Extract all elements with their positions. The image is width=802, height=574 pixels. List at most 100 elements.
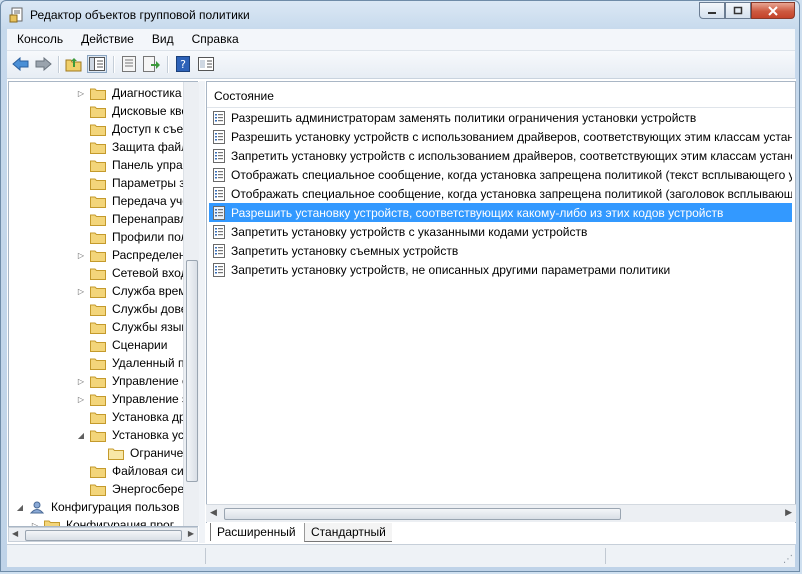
tree-item[interactable]: Дисковые кво bbox=[75, 102, 188, 120]
scroll-right-arrow-icon[interactable]: ▶ bbox=[785, 507, 792, 518]
expand-arrow-icon[interactable]: ▷ bbox=[75, 287, 87, 296]
pane-splitter[interactable] bbox=[199, 81, 205, 543]
tree-item[interactable]: ▷ Служба врем bbox=[75, 282, 187, 300]
tree-vertical-scrollbar[interactable] bbox=[183, 82, 199, 526]
folder-icon bbox=[90, 304, 106, 316]
up-folder-icon bbox=[65, 58, 82, 72]
menu-action[interactable]: Действие bbox=[71, 29, 142, 50]
folder-icon bbox=[90, 178, 106, 190]
tree-item[interactable]: Доступ к съем bbox=[75, 120, 191, 138]
scroll-left-arrow-icon[interactable]: ◀ bbox=[210, 507, 217, 518]
policy-row[interactable]: Запретить установку устройств с указанны… bbox=[209, 222, 792, 241]
resize-grip-icon[interactable]: ⋰ bbox=[783, 554, 793, 565]
tree-item[interactable]: Службы язык bbox=[75, 318, 187, 336]
collapse-arrow-icon[interactable]: ◢ bbox=[75, 431, 87, 440]
tree-item[interactable]: Сетевой вход bbox=[75, 264, 188, 282]
policy-row[interactable]: Запретить установку устройств с использо… bbox=[209, 146, 792, 165]
policy-row[interactable]: Отображать специальное сообщение, когда … bbox=[209, 184, 792, 203]
folder-icon bbox=[90, 124, 106, 136]
tree-item[interactable]: Панель управ bbox=[75, 156, 189, 174]
policy-row[interactable]: Разрешить администраторам заменять полит… bbox=[209, 108, 792, 127]
tree-item[interactable]: ▷ Управление с bbox=[75, 372, 188, 390]
help-button[interactable]: ? bbox=[173, 55, 193, 73]
minimize-button[interactable] bbox=[699, 2, 725, 19]
folder-icon bbox=[90, 430, 106, 442]
close-button[interactable] bbox=[751, 2, 795, 19]
tree-item[interactable]: ▷ Управление э bbox=[75, 390, 188, 408]
tree-item[interactable]: Профили пол bbox=[75, 228, 188, 246]
up-one-level-button[interactable] bbox=[64, 55, 84, 73]
tree-item[interactable]: Удаленный п bbox=[75, 354, 184, 372]
tree-item-label: Защита файл bbox=[112, 140, 189, 154]
tree-item[interactable]: Ограничен bbox=[93, 444, 190, 462]
extended-view-button[interactable] bbox=[196, 55, 216, 73]
policy-setting-icon bbox=[213, 205, 225, 220]
window-controls bbox=[699, 2, 795, 20]
tree-item-label: Сценарии bbox=[112, 338, 168, 352]
policy-label: Запретить установку устройств с указанны… bbox=[231, 224, 588, 239]
tree-horizontal-scrollbar[interactable]: ◀ ▶ bbox=[8, 527, 198, 542]
policy-row[interactable]: Разрешить установку устройств с использо… bbox=[209, 127, 792, 146]
policy-row[interactable]: Отображать специальное сообщение, когда … bbox=[209, 165, 792, 184]
tree-item-label: Сетевой вход bbox=[112, 266, 188, 280]
folder-icon bbox=[90, 268, 106, 280]
tree-item[interactable]: ▷ Диагностика bbox=[75, 84, 182, 102]
expand-arrow-icon[interactable]: ▷ bbox=[75, 395, 87, 404]
tree-vertical-scroll-thumb[interactable] bbox=[186, 260, 198, 482]
tree-item[interactable]: ▷ Конфигурация прог bbox=[29, 516, 174, 526]
title-bar[interactable]: Редактор объектов групповой политики bbox=[1, 1, 801, 29]
tree-item[interactable]: Сценарии bbox=[75, 336, 167, 354]
expand-arrow-icon[interactable]: ▷ bbox=[75, 89, 87, 98]
policy-row[interactable]: Запретить установку устройств, не описан… bbox=[209, 260, 792, 279]
details-horizontal-scrollbar[interactable]: ◀ ▶ bbox=[206, 504, 796, 522]
export-list-button[interactable] bbox=[142, 55, 162, 73]
tree-item-label: Установка др bbox=[112, 410, 186, 424]
maximize-button[interactable] bbox=[725, 2, 751, 19]
policy-label: Разрешить администраторам заменять полит… bbox=[231, 110, 697, 125]
menu-view[interactable]: Вид bbox=[142, 29, 182, 50]
tree-item[interactable]: Энергосбереж bbox=[75, 480, 192, 498]
policy-label: Отображать специальное сообщение, когда … bbox=[231, 186, 792, 201]
menu-console[interactable]: Консоль bbox=[7, 29, 71, 50]
properties-button[interactable] bbox=[119, 55, 139, 73]
tree-horizontal-scroll-thumb[interactable] bbox=[25, 530, 182, 541]
status-bar: ⋰ bbox=[7, 544, 795, 567]
tree-item[interactable]: ◢ Установка уст bbox=[75, 426, 190, 444]
show-hide-tree-button[interactable] bbox=[87, 55, 107, 73]
tree-item[interactable]: Параметры з bbox=[75, 174, 185, 192]
scroll-right-arrow-icon[interactable]: ▶ bbox=[188, 529, 194, 538]
tree-item-label: Панель управ bbox=[112, 158, 190, 172]
tab-extended[interactable]: Расширенный bbox=[210, 523, 302, 541]
tab-standard[interactable]: Стандартный bbox=[304, 523, 392, 542]
policy-setting-icon bbox=[213, 243, 225, 258]
column-header-label: Состояние bbox=[214, 89, 274, 103]
folder-icon bbox=[90, 484, 106, 496]
tree-item[interactable]: Перенаправл bbox=[75, 210, 187, 228]
tree-item[interactable]: Службы дове bbox=[75, 300, 187, 318]
policy-setting-icon bbox=[213, 224, 225, 239]
details-horizontal-scroll-thumb[interactable] bbox=[224, 508, 621, 520]
expand-arrow-icon[interactable]: ▷ bbox=[75, 377, 87, 386]
folder-icon bbox=[108, 448, 124, 460]
details-pane: Состояние Разрешить администраторам заме… bbox=[206, 81, 796, 524]
tree-item[interactable]: ▷ Распределен bbox=[75, 246, 186, 264]
column-header-state[interactable]: Состояние bbox=[207, 82, 795, 108]
back-button[interactable] bbox=[11, 55, 31, 73]
menu-help[interactable]: Справка bbox=[182, 29, 247, 50]
folder-icon bbox=[90, 214, 106, 226]
tree-item[interactable]: Установка др bbox=[75, 408, 186, 426]
app-window: Редактор объектов групповой политики Кон… bbox=[0, 0, 800, 572]
tree-item[interactable]: ◢ Конфигурация пользов bbox=[14, 498, 180, 516]
tree-item[interactable]: Передача уче bbox=[75, 192, 189, 210]
expand-arrow-icon[interactable]: ▷ bbox=[75, 251, 87, 260]
forward-button[interactable] bbox=[33, 55, 53, 73]
tree-item[interactable]: Файловая сис bbox=[75, 462, 190, 480]
tree-item-label: Распределен bbox=[112, 248, 186, 262]
extended-view-icon bbox=[198, 57, 214, 71]
scroll-left-arrow-icon[interactable]: ◀ bbox=[12, 529, 18, 538]
properties-icon bbox=[122, 56, 136, 72]
policy-row-selected[interactable]: Разрешить установку устройств, соответст… bbox=[209, 203, 792, 222]
policy-row[interactable]: Запретить установку съемных устройств bbox=[209, 241, 792, 260]
collapse-arrow-icon[interactable]: ◢ bbox=[14, 503, 26, 512]
tree-item[interactable]: Защита файл bbox=[75, 138, 188, 156]
